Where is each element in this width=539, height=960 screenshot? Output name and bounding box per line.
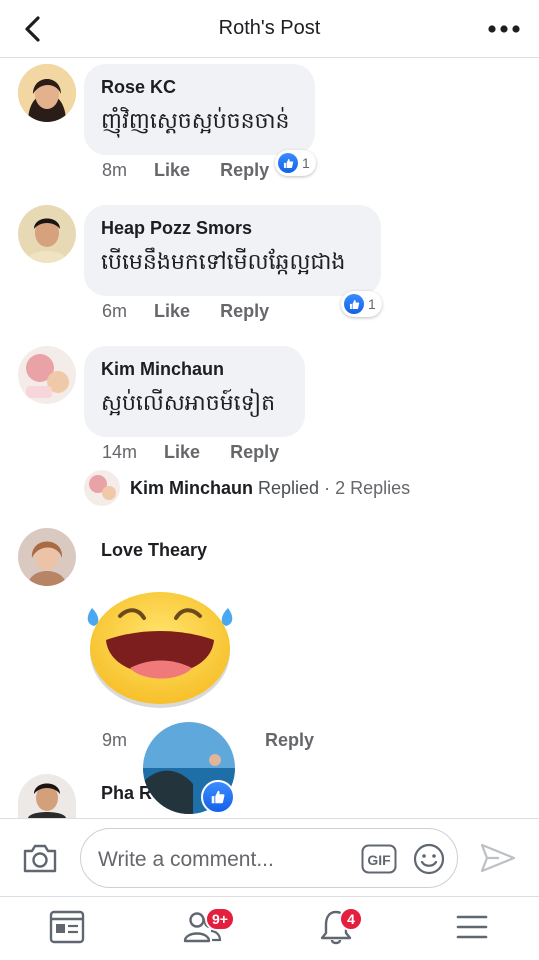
gif-icon[interactable]: GIF: [361, 844, 397, 874]
comment-bubble: Heap Pozz Smors បើមេនឹងមកទៅមើលឆ្កែល្អជាង: [84, 205, 381, 296]
friends-badge: 9+: [205, 907, 235, 931]
notifications-badge: 4: [339, 907, 363, 931]
avatar[interactable]: [18, 64, 76, 122]
reply-author[interactable]: Kim Minchaun: [130, 478, 253, 499]
like-link[interactable]: Like: [154, 160, 190, 181]
reply-separator: ·: [324, 477, 331, 498]
avatar[interactable]: [18, 346, 76, 404]
comment-text: បើមេនឹងមកទៅមើលឆ្កែល្អជាង: [101, 250, 346, 275]
send-icon[interactable]: [479, 841, 517, 875]
gif-label: GIF: [367, 852, 391, 868]
comment-text: ស្អប់លើសអាចម៍ទៀត: [101, 391, 276, 416]
comment-meta: 14m Like Reply: [102, 442, 279, 463]
avatar[interactable]: [18, 528, 76, 586]
reply-count[interactable]: 2 Replies: [335, 478, 410, 499]
like-reaction-icon: [344, 294, 364, 314]
like-link[interactable]: Like: [164, 442, 200, 463]
comment-author[interactable]: Heap Pozz Smors: [101, 218, 252, 239]
avatar[interactable]: [18, 205, 76, 263]
news-feed-icon[interactable]: [47, 907, 87, 947]
like-reaction-icon: [278, 153, 298, 173]
top-bar: Roth's Post: [0, 0, 539, 58]
comment-input[interactable]: Write a comment... GIF: [80, 828, 458, 888]
comment-time: 6m: [102, 301, 128, 321]
like-icon: [201, 780, 235, 814]
reaction-count-pill[interactable]: 1: [341, 291, 382, 317]
comment-bubble: Rose KC ញុំវិញស្តេចស្អប់ចនចាន់: [84, 64, 315, 155]
reaction-count-pill[interactable]: 1: [275, 150, 316, 176]
bottom-tab-bar: 9+ 4: [0, 896, 539, 960]
laughing-emoji-sticker: [87, 592, 233, 708]
replied-label: Replied: [258, 477, 320, 498]
comment-bubble: Kim Minchaun ស្អប់លើសអាចម៍ទៀត: [84, 346, 305, 437]
comment-placeholder: Write a comment...: [98, 848, 274, 871]
reply-link[interactable]: Reply: [265, 730, 314, 751]
replies-link[interactable]: Kim Minchaun Replied · 2 Replies: [84, 470, 410, 506]
comment-composer: Write a comment... GIF: [0, 818, 539, 896]
comment-time: 14m: [102, 442, 138, 462]
comment-meta: 8m Like Reply: [102, 160, 269, 181]
comment-time: 9m: [102, 730, 128, 750]
comment-author[interactable]: Pha R: [101, 783, 152, 804]
page-title: Roth's Post: [218, 17, 321, 39]
emoji-icon[interactable]: [413, 843, 445, 875]
reply-link[interactable]: Reply: [230, 442, 279, 463]
reply-link[interactable]: Reply: [220, 160, 269, 181]
avatar[interactable]: [18, 774, 76, 818]
comment-author[interactable]: Rose KC: [101, 77, 176, 98]
reaction-count: 1: [302, 155, 310, 171]
menu-icon[interactable]: [452, 907, 492, 947]
more-options-icon[interactable]: [487, 14, 521, 44]
comment-author[interactable]: Love Theary: [101, 540, 207, 561]
like-link[interactable]: Like: [154, 301, 190, 322]
reply-link[interactable]: Reply: [220, 301, 269, 322]
comment-meta: 6m Like Reply: [102, 301, 269, 322]
comment-author[interactable]: Kim Minchaun: [101, 359, 224, 380]
reaction-count: 1: [368, 296, 376, 312]
comment-time: 8m: [102, 160, 128, 180]
camera-icon[interactable]: [22, 841, 58, 875]
avatar: [84, 470, 120, 506]
comment-text: ញុំវិញស្តេចស្អប់ចនចាន់: [101, 109, 290, 134]
